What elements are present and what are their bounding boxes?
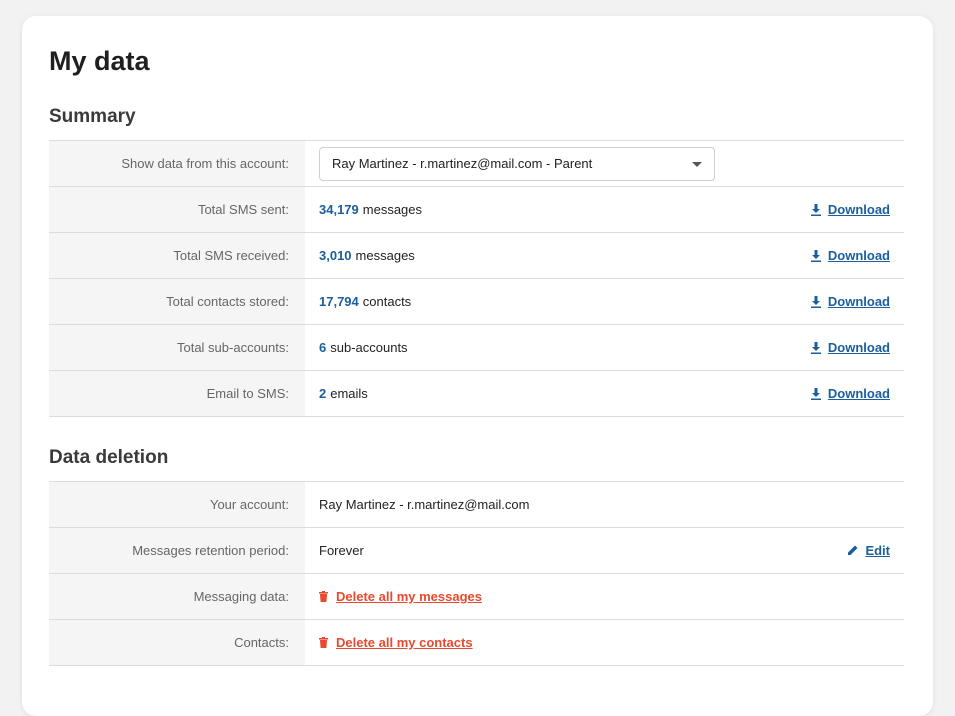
trash-icon	[319, 637, 328, 648]
summary-row-sms-sent: Total SMS sent: 34,179 messages Download	[49, 187, 904, 233]
row-count: 34,179	[319, 202, 359, 217]
row-label: Your account:	[49, 482, 305, 527]
download-icon	[810, 249, 821, 262]
download-icon	[810, 295, 821, 308]
my-data-card: My data Summary Show data from this acco…	[22, 16, 933, 716]
download-sms-sent-link[interactable]: Download	[810, 202, 890, 217]
row-label: Total contacts stored:	[49, 279, 305, 324]
trash-icon	[319, 591, 328, 602]
account-selector-row: Show data from this account: Ray Martine…	[49, 141, 904, 187]
deletion-row-account: Your account: Ray Martinez - r.martinez@…	[49, 482, 904, 528]
row-unit: contacts	[362, 294, 412, 309]
row-label: Total sub-accounts:	[49, 325, 305, 370]
summary-row-email-to-sms: Email to SMS: 2 emails Download	[49, 371, 904, 417]
download-icon	[810, 387, 821, 400]
row-label: Contacts:	[49, 620, 305, 665]
row-label: Email to SMS:	[49, 371, 305, 416]
deletion-row-contacts: Contacts: Delete all my contacts	[49, 620, 904, 666]
retention-value: Forever	[319, 543, 364, 558]
download-sms-received-link[interactable]: Download	[810, 248, 890, 263]
pencil-icon	[847, 545, 858, 556]
row-count: 17,794	[319, 294, 359, 309]
deletion-row-messaging: Messaging data: Delete all my messages	[49, 574, 904, 620]
edit-retention-link[interactable]: Edit	[847, 543, 890, 558]
download-icon	[810, 203, 821, 216]
summary-row-sub-accounts: Total sub-accounts: 6 sub-accounts Downl…	[49, 325, 904, 371]
summary-row-sms-received: Total SMS received: 3,010 messages Downl…	[49, 233, 904, 279]
account-select-value: Ray Martinez - r.martinez@mail.com - Par…	[332, 156, 593, 171]
row-count: 2	[319, 386, 327, 401]
row-unit: messages	[355, 248, 415, 263]
account-value: Ray Martinez - r.martinez@mail.com	[319, 497, 530, 512]
row-label: Show data from this account:	[49, 141, 305, 186]
account-select[interactable]: Ray Martinez - r.martinez@mail.com - Par…	[319, 146, 715, 181]
row-label: Total SMS received:	[49, 233, 305, 278]
row-unit: sub-accounts	[330, 340, 408, 355]
row-count: 3,010	[319, 248, 352, 263]
summary-row-contacts: Total contacts stored: 17,794 contacts D…	[49, 279, 904, 325]
deletion-row-retention: Messages retention period: Forever Edit	[49, 528, 904, 574]
chevron-down-icon	[692, 161, 702, 167]
row-label: Messaging data:	[49, 574, 305, 619]
summary-table: Show data from this account: Ray Martine…	[49, 140, 904, 417]
row-count: 6	[319, 340, 327, 355]
download-email-to-sms-link[interactable]: Download	[810, 386, 890, 401]
row-unit: emails	[330, 386, 368, 401]
data-deletion-section-title: Data deletion	[49, 447, 169, 468]
download-sub-accounts-link[interactable]: Download	[810, 340, 890, 355]
delete-messages-link[interactable]: Delete all my messages	[319, 589, 482, 604]
summary-section-title: Summary	[49, 106, 136, 127]
download-icon	[810, 341, 821, 354]
delete-contacts-link[interactable]: Delete all my contacts	[319, 635, 473, 650]
row-label: Total SMS sent:	[49, 187, 305, 232]
row-unit: messages	[362, 202, 423, 217]
page-title: My data	[49, 46, 150, 76]
download-contacts-link[interactable]: Download	[810, 294, 890, 309]
data-deletion-table: Your account: Ray Martinez - r.martinez@…	[49, 481, 904, 666]
row-label: Messages retention period:	[49, 528, 305, 573]
